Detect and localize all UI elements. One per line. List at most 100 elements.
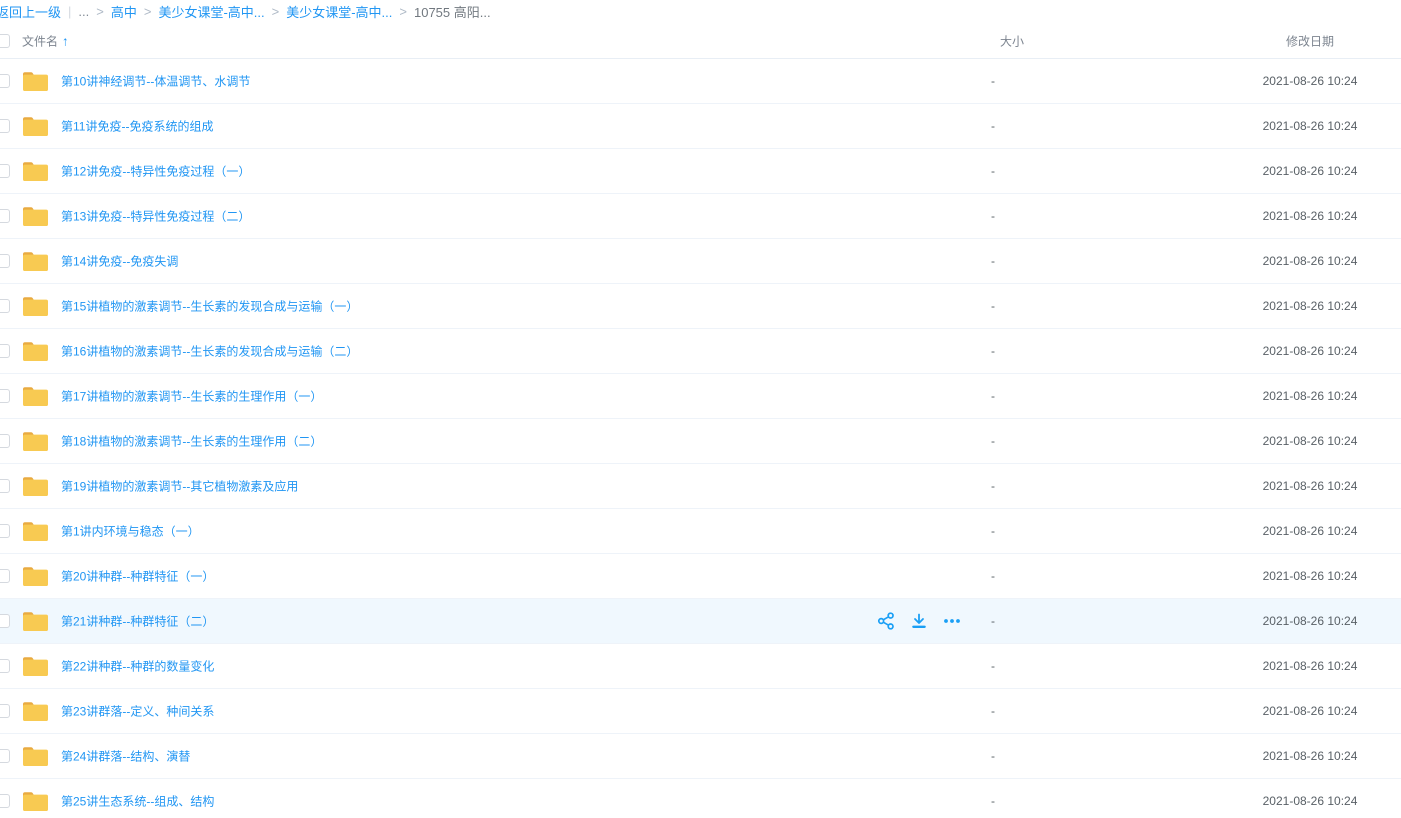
file-size: -: [991, 344, 995, 358]
table-row[interactable]: 第14讲免疫--免疫失调: [0, 239, 1401, 284]
file-date: 2021-08-26 10:24: [1240, 389, 1380, 403]
file-size: -: [991, 659, 995, 673]
row-checkbox[interactable]: [0, 119, 10, 133]
folder-icon: [22, 791, 49, 812]
more-actions-icon[interactable]: [942, 611, 962, 631]
breadcrumb-separator: >: [144, 4, 152, 19]
table-row[interactable]: 第12讲免疫--特异性免疫过程（一）: [0, 149, 1401, 194]
file-name-link[interactable]: 第14讲免疫--免疫失调: [61, 253, 178, 270]
row-checkbox[interactable]: [0, 74, 10, 88]
file-name-link[interactable]: 第22讲种群--种群的数量变化: [61, 658, 214, 675]
file-size: -: [991, 164, 995, 178]
row-checkbox[interactable]: [0, 749, 10, 763]
folder-icon: [22, 746, 49, 767]
select-all-checkbox[interactable]: [0, 34, 10, 48]
table-row[interactable]: 第13讲免疫--特异性免疫过程（二）: [0, 194, 1401, 239]
table-row[interactable]: 第10讲神经调节--体温调节、水调节: [0, 59, 1401, 104]
row-checkbox[interactable]: [0, 659, 10, 673]
sort-ascending-icon[interactable]: ↑: [62, 33, 69, 48]
file-date: 2021-08-26 10:24: [1240, 569, 1380, 583]
file-name-link[interactable]: 第12讲免疫--特异性免疫过程（一）: [61, 163, 250, 180]
breadcrumb-link-2[interactable]: 美少女课堂-高中...: [286, 2, 392, 21]
column-header-filename[interactable]: 文件名: [22, 32, 58, 49]
file-name-link[interactable]: 第16讲植物的激素调节--生长素的发现合成与运输（二）: [61, 343, 358, 360]
share-icon[interactable]: [876, 611, 896, 631]
table-row[interactable]: 第18讲植物的激素调节--生长素的生理作用（二）: [0, 419, 1401, 464]
row-checkbox[interactable]: [0, 794, 10, 808]
file-date: 2021-08-26 10:24: [1240, 254, 1380, 268]
table-row[interactable]: 第24讲群落--结构、演替: [0, 734, 1401, 779]
file-size: -: [991, 389, 995, 403]
row-checkbox[interactable]: [0, 704, 10, 718]
folder-icon: [22, 566, 49, 587]
column-header-size[interactable]: 大小: [1000, 32, 1024, 49]
file-date: 2021-08-26 10:24: [1240, 74, 1380, 88]
table-row[interactable]: 第25讲生态系统--组成、结构: [0, 779, 1401, 818]
file-size: -: [991, 614, 995, 628]
folder-icon: [22, 161, 49, 182]
breadcrumb-link-1[interactable]: 美少女课堂-高中...: [158, 2, 264, 21]
file-name-link[interactable]: 第25讲生态系统--组成、结构: [61, 793, 214, 810]
row-checkbox[interactable]: [0, 209, 10, 223]
folder-icon: [22, 611, 49, 632]
breadcrumb-back-link[interactable]: 返回上一级: [0, 2, 61, 21]
file-name-link[interactable]: 第15讲植物的激素调节--生长素的发现合成与运输（一）: [61, 298, 358, 315]
folder-icon: [22, 296, 49, 317]
file-size: -: [991, 299, 995, 313]
file-date: 2021-08-26 10:24: [1240, 524, 1380, 538]
folder-icon: [22, 386, 49, 407]
row-checkbox[interactable]: [0, 389, 10, 403]
file-name-link[interactable]: 第11讲免疫--免疫系统的组成: [61, 118, 213, 135]
table-row[interactable]: 第15讲植物的激素调节--生长素的发现合成与运输（一）: [0, 284, 1401, 329]
table-row[interactable]: 第16讲植物的激素调节--生长素的发现合成与运输（二）: [0, 329, 1401, 374]
table-row[interactable]: 第17讲植物的激素调节--生长素的生理作用（一）: [0, 374, 1401, 419]
file-date: 2021-08-26 10:24: [1240, 299, 1380, 313]
folder-icon: [22, 656, 49, 677]
file-date: 2021-08-26 10:24: [1240, 209, 1380, 223]
file-date: 2021-08-26 10:24: [1240, 614, 1380, 628]
file-name-link[interactable]: 第24讲群落--结构、演替: [61, 748, 190, 765]
file-size: -: [991, 434, 995, 448]
file-name-link[interactable]: 第23讲群落--定义、种间关系: [61, 703, 214, 720]
row-checkbox[interactable]: [0, 344, 10, 358]
file-name-link[interactable]: 第1讲内环境与稳态（一）: [61, 523, 200, 540]
table-row[interactable]: 第22讲种群--种群的数量变化: [0, 644, 1401, 689]
breadcrumb-current: 10755 高阳...: [414, 2, 491, 21]
row-checkbox[interactable]: [0, 569, 10, 583]
table-row[interactable]: 第1讲内环境与稳态（一）: [0, 509, 1401, 554]
breadcrumb-separator: >: [96, 4, 104, 19]
table-row[interactable]: 第20讲种群--种群特征（一）: [0, 554, 1401, 599]
file-name-link[interactable]: 第19讲植物的激素调节--其它植物激素及应用: [61, 478, 298, 495]
row-checkbox[interactable]: [0, 299, 10, 313]
table-row[interactable]: 第23讲群落--定义、种间关系: [0, 689, 1401, 734]
file-name-link[interactable]: 第20讲种群--种群特征（一）: [61, 568, 214, 585]
folder-icon: [22, 431, 49, 452]
breadcrumb-collapsed-item[interactable]: ...: [78, 4, 89, 19]
download-icon[interactable]: [909, 611, 929, 631]
column-header-date[interactable]: 修改日期: [1240, 32, 1380, 49]
file-name-link[interactable]: 第13讲免疫--特异性免疫过程（二）: [61, 208, 250, 225]
row-checkbox[interactable]: [0, 254, 10, 268]
row-checkbox[interactable]: [0, 479, 10, 493]
row-checkbox[interactable]: [0, 164, 10, 178]
table-row[interactable]: 第19讲植物的激素调节--其它植物激素及应用: [0, 464, 1401, 509]
row-checkbox[interactable]: [0, 434, 10, 448]
folder-icon: [22, 476, 49, 497]
file-size: -: [991, 479, 995, 493]
table-row[interactable]: 第21讲种群--种群特征（二）: [0, 599, 1401, 644]
row-checkbox[interactable]: [0, 614, 10, 628]
file-name-link[interactable]: 第10讲神经调节--体温调节、水调节: [61, 73, 250, 90]
table-row[interactable]: 第11讲免疫--免疫系统的组成: [0, 104, 1401, 149]
file-size: -: [991, 119, 995, 133]
row-checkbox[interactable]: [0, 524, 10, 538]
breadcrumb-divider: |: [68, 4, 71, 19]
file-name-link[interactable]: 第21讲种群--种群特征（二）: [61, 613, 214, 630]
file-name-link[interactable]: 第18讲植物的激素调节--生长素的生理作用（二）: [61, 433, 322, 450]
file-name-link[interactable]: 第17讲植物的激素调节--生长素的生理作用（一）: [61, 388, 322, 405]
file-list: 第10讲神经调节--体温调节、水调节: [0, 59, 1401, 818]
folder-icon: [22, 116, 49, 137]
breadcrumb-link-0[interactable]: 高中: [111, 2, 137, 21]
folder-icon: [22, 521, 49, 542]
breadcrumb-separator: >: [272, 4, 280, 19]
file-date: 2021-08-26 10:24: [1240, 434, 1380, 448]
